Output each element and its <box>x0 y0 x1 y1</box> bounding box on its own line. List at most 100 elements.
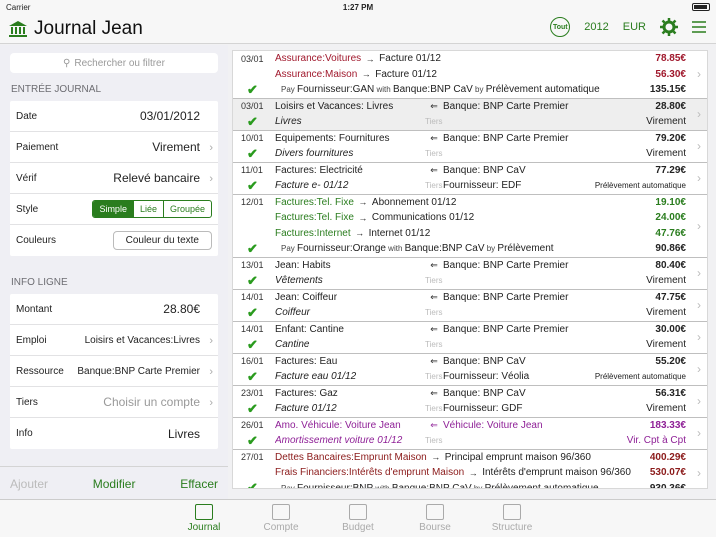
amount: 77.29€ <box>655 164 686 176</box>
transaction-row[interactable]: 16/01 Factures: Eau ⇐ Banque: BNP CaV 55.20€… <box>233 354 707 386</box>
checkmark-icon: ✔ <box>247 240 258 256</box>
category: Frais Financiers:Intérêts d'emprunt Mais… <box>275 467 465 479</box>
date: 27/01 <box>241 452 264 463</box>
transaction-row[interactable]: 14/01 Enfant: Cantine ⇐ Banque: BNP Carte P… <box>233 322 707 354</box>
payment-value: Virement <box>152 140 200 154</box>
transaction-row[interactable]: 23/01 Factures: Gaz ⇐ Banque: BNP CaV 56.31€… <box>233 386 707 418</box>
transaction-line: 26/01 Amo. Véhicule: Voiture Jean ⇐ Véhicul… <box>233 418 707 434</box>
category: Jean: Habits <box>275 259 331 271</box>
arrow-icon: ⇐ <box>430 419 438 430</box>
memo: Vêtements <box>275 275 323 287</box>
transaction-line: ✔ Pay Fournisseur:GAN with Banque:BNP CaV… <box>233 82 707 98</box>
transaction-row[interactable]: 11/01 Factures: Electricité ⇐ Banque: BNP C… <box>233 163 707 195</box>
style-liee-segment[interactable]: Liée <box>134 201 164 217</box>
arrow-icon: → <box>361 69 371 80</box>
line-group: Montant 28.80€ Emploi Loisirs et Vacances:… <box>10 294 218 449</box>
add-button[interactable]: Ajouter <box>10 477 48 491</box>
category: Factures:Tel. Fixe <box>275 196 354 208</box>
payment-method: Virement <box>646 403 686 415</box>
modify-button[interactable]: Modifier <box>93 477 136 491</box>
category: Amo. Véhicule: Voiture Jean <box>275 419 401 431</box>
amount-value: 28.80€ <box>163 302 200 316</box>
amount-row[interactable]: Montant 28.80€ <box>10 294 218 325</box>
menu-icon[interactable] <box>692 21 706 33</box>
chevron-right-icon: › <box>209 366 213 378</box>
tab-label: Journal <box>187 522 221 533</box>
arrow-icon: → <box>358 212 368 223</box>
category: Factures:Tel. Fixe <box>275 212 354 224</box>
category: Loisirs et Vacances: Livres <box>275 100 394 112</box>
year-button[interactable]: 2012 <box>584 21 608 33</box>
payment-method: Virement <box>646 148 686 160</box>
memo: Facture eau 01/12 <box>275 371 357 383</box>
payment-method: Prélèvement automatique <box>594 181 686 191</box>
transaction-row[interactable]: 12/01 Factures:Tel. Fixe → Abonnement 01/… <box>233 195 707 258</box>
style-simple-segment[interactable]: Simple <box>93 201 134 217</box>
tiers-label: Tiers <box>425 149 443 159</box>
transaction-row[interactable]: 27/01 Dettes Bancaires:Emprunt Maison → P… <box>233 450 707 489</box>
currency-button[interactable]: EUR <box>623 21 646 33</box>
payment-method: Virement <box>646 307 686 319</box>
style-row: Style Simple Liée Groupée <box>10 194 218 225</box>
transaction-line: Factures:Internet → Internet 01/12 47.76€ <box>233 226 707 242</box>
category: Factures: Electricité <box>275 164 363 176</box>
transaction-line: ✔ Vêtements Tiers Virement <box>233 273 707 289</box>
tab-journal[interactable]: Journal <box>166 500 243 537</box>
tab-bourse[interactable]: Bourse <box>397 500 474 537</box>
payment-method: Virement <box>646 116 686 128</box>
arrow-icon: → <box>431 452 441 463</box>
info-row[interactable]: Info Livres <box>10 418 218 449</box>
arrow-icon: ⇐ <box>430 100 438 111</box>
tab-compte[interactable]: Compte <box>243 500 320 537</box>
tab-label: Budget <box>342 522 374 533</box>
verif-value: Relevé bancaire <box>113 171 200 185</box>
chevron-right-icon: › <box>697 362 701 376</box>
arrow-icon: ⇐ <box>430 323 438 334</box>
chevron-right-icon: › <box>209 173 213 185</box>
chevron-right-icon: › <box>697 107 701 121</box>
action-bar: Ajouter Modifier Effacer <box>0 466 228 500</box>
tiers-label: Tiers <box>16 396 38 408</box>
transaction-row[interactable]: 03/01 Loisirs et Vacances: Livres ⇐ Banque:… <box>233 98 707 131</box>
tiers-row[interactable]: Tiers Choisir un compte › <box>10 387 218 418</box>
entry-group: Date 03/01/2012 Paiement Virement › Vérif Re… <box>10 101 218 256</box>
date: 13/01 <box>241 260 264 271</box>
tab-structure[interactable]: Structure <box>474 500 551 537</box>
style-groupee-segment[interactable]: Groupée <box>164 201 211 217</box>
checkmark-icon: ✔ <box>247 81 258 97</box>
use-row[interactable]: Emploi Loisirs et Vacances:Livres › <box>10 325 218 356</box>
amount: 400.29€ <box>649 451 686 463</box>
transaction-row[interactable]: 03/01 Assurance:Voitures → Facture 01/12 7… <box>233 51 707 99</box>
arrow-icon: ⇐ <box>430 259 438 270</box>
arrow-icon: → <box>365 53 375 64</box>
checkmark-icon: ✔ <box>247 400 258 416</box>
amount: 930.36€ <box>649 482 686 489</box>
edit-panel: ⚲ Rechercher ou filtrer ENTRÉE JOURNAL D… <box>0 45 228 500</box>
verif-row[interactable]: Vérif Relevé bancaire › <box>10 163 218 194</box>
transaction-line: ✔ Facture eau 01/12 Tiers Fournisseur: Véol… <box>233 369 707 385</box>
transaction-row[interactable]: 13/01 Jean: Habits ⇐ Banque: BNP Carte Prem… <box>233 258 707 290</box>
transaction-row[interactable]: 10/01 Equipements: Fournitures ⇐ Banque: BN… <box>233 131 707 163</box>
transaction-row[interactable]: 14/01 Jean: Coiffeur ⇐ Banque: BNP Carte Pr… <box>233 290 707 322</box>
tab-budget[interactable]: Budget <box>320 500 397 537</box>
resource-row[interactable]: Ressource Banque:BNP Carte Premier › <box>10 356 218 387</box>
amount: 183.33€ <box>649 419 686 431</box>
text-color-button[interactable]: Couleur du texte <box>112 231 212 250</box>
delete-button[interactable]: Effacer <box>180 477 218 491</box>
memo: Facture e- 01/12 <box>275 180 349 192</box>
chevron-right-icon: › <box>209 397 213 409</box>
transaction-row[interactable]: 26/01 Amo. Véhicule: Voiture Jean ⇐ Véhicul… <box>233 418 707 450</box>
bank-icon <box>9 20 27 37</box>
gear-icon[interactable] <box>660 18 678 36</box>
tout-filter-button[interactable]: Tout <box>550 17 571 37</box>
memo: Coiffeur <box>275 307 311 319</box>
pay-label: Pay <box>281 85 298 95</box>
date-row[interactable]: Date 03/01/2012 <box>10 101 218 132</box>
search-input[interactable]: ⚲ Rechercher ou filtrer <box>10 53 218 73</box>
payee: Fournisseur:GAN <box>297 84 375 96</box>
transaction-line: Factures:Tel. Fixe → Communications 01/1… <box>233 210 707 226</box>
nav-bar: Journal Jean Tout 2012 EUR <box>0 14 716 44</box>
tab-bar: Journal Compte Budget Bourse Structure <box>0 499 716 537</box>
payment-row[interactable]: Paiement Virement › <box>10 132 218 163</box>
info-value: Livres <box>167 426 200 441</box>
